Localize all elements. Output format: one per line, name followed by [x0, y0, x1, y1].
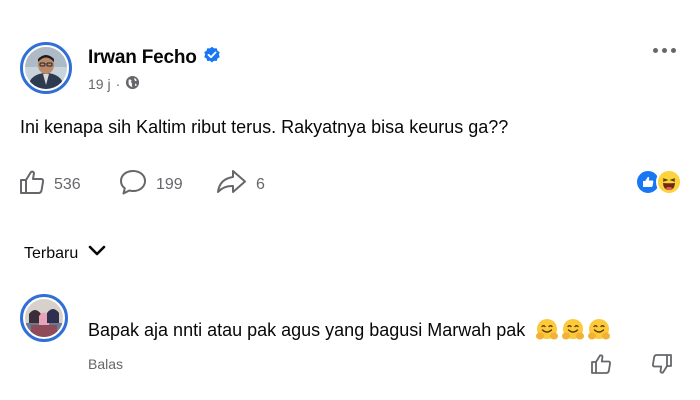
- share-count: 6: [256, 175, 265, 193]
- sort-label: Terbaru: [24, 244, 79, 262]
- chevron-down-icon: [88, 244, 106, 263]
- share-button[interactable]: 6: [214, 168, 265, 201]
- thumbs-up-icon: [18, 168, 46, 201]
- hugging-face-emoji-icon: [535, 318, 559, 342]
- author-photo: [25, 47, 67, 89]
- post-time[interactable]: 19 j: [88, 76, 111, 92]
- author-row: Irwan Fecho: [88, 46, 221, 69]
- hugging-face-emoji-icon: [587, 318, 611, 342]
- comment-item: Bapak aja nnti atau pak agus yang bagusi…: [20, 294, 680, 384]
- comment-button[interactable]: 199: [118, 168, 183, 201]
- author-avatar[interactable]: [20, 42, 72, 94]
- hugging-face-emoji-icon: [561, 318, 585, 342]
- post-text: Ini kenapa sih Kaltim ribut terus. Rakya…: [20, 117, 509, 137]
- post-actions: 536 199 6: [18, 168, 682, 198]
- comment-bubble-icon: [118, 168, 148, 201]
- commenter-avatar[interactable]: [20, 294, 68, 342]
- haha-reaction-icon: [656, 169, 682, 195]
- author-name[interactable]: Irwan Fecho: [88, 47, 197, 69]
- commenter-photo: [25, 299, 63, 337]
- globe-icon: [125, 75, 140, 93]
- comment-like-icon[interactable]: [589, 352, 613, 381]
- like-count: 536: [54, 175, 81, 193]
- share-arrow-icon: [214, 168, 248, 201]
- comment-sort-dropdown[interactable]: Terbaru: [24, 244, 106, 263]
- post-header: Irwan Fecho 19 j ·: [20, 40, 680, 96]
- meta-separator: ·: [115, 76, 121, 92]
- comment-text: Bapak aja nnti atau pak agus yang bagusi…: [88, 319, 526, 340]
- reaction-summary[interactable]: [635, 169, 682, 195]
- comment-count: 199: [156, 175, 183, 193]
- post-meta: 19 j ·: [88, 75, 140, 93]
- verified-badge-icon: [203, 46, 221, 69]
- more-options-icon[interactable]: [653, 48, 676, 53]
- comment-dislike-icon[interactable]: [650, 352, 674, 381]
- like-button[interactable]: 536: [18, 168, 81, 201]
- reply-button[interactable]: Balas: [88, 356, 123, 372]
- comment-text-row: Bapak aja nnti atau pak agus yang bagusi…: [88, 318, 611, 342]
